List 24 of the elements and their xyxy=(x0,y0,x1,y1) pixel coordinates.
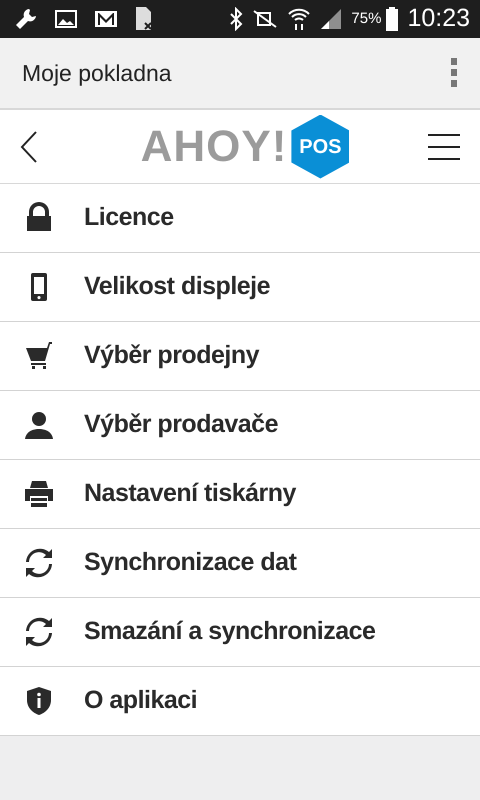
menu-item[interactable]: O aplikaci xyxy=(0,667,480,736)
image-icon xyxy=(54,8,78,30)
battery-icon xyxy=(385,6,400,32)
menu-item[interactable]: Licence xyxy=(0,184,480,253)
menu-item[interactable]: Synchronizace dat xyxy=(0,529,480,598)
clock-time: 10:23 xyxy=(407,3,470,34)
menu-icon[interactable] xyxy=(428,134,460,160)
sim-card-icon xyxy=(134,6,154,32)
logo-badge: POS xyxy=(291,114,350,178)
wifi-icon xyxy=(287,6,312,32)
logo-text: AHOY! xyxy=(140,120,288,172)
menu-item[interactable]: Výběr prodejny xyxy=(0,322,480,391)
menu-item[interactable]: Smazání a synchronizace xyxy=(0,598,480,667)
signal-icon xyxy=(319,7,344,31)
wrench-icon xyxy=(14,7,38,31)
back-icon[interactable] xyxy=(20,130,38,162)
overflow-menu-icon[interactable] xyxy=(450,57,458,89)
menu-item[interactable]: Nastavení tiskárny xyxy=(0,460,480,529)
battery-percent: 75% xyxy=(351,8,382,29)
menu-item[interactable]: Velikost displeje xyxy=(0,253,480,322)
menu-item[interactable]: Výběr prodavače xyxy=(0,391,480,460)
bluetooth-icon xyxy=(229,7,244,31)
app-title: Moje pokladna xyxy=(22,58,172,88)
mail-icon xyxy=(94,9,118,29)
